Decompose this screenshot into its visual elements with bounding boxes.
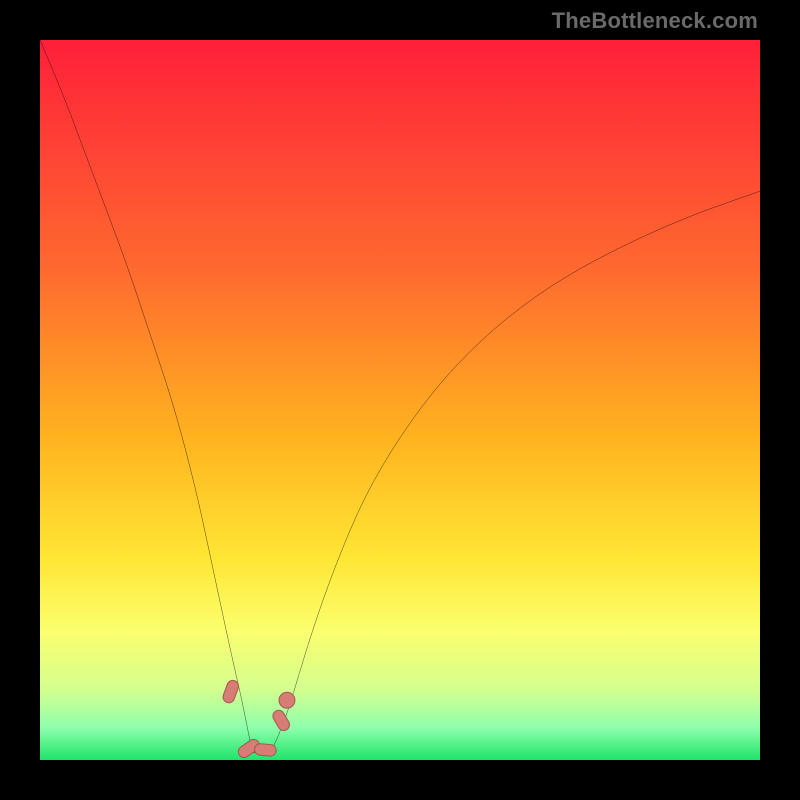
chart-marker-0 <box>221 679 240 705</box>
curve-left-branch <box>40 40 252 753</box>
watermark-text: TheBottleneck.com <box>552 8 758 34</box>
chart-marker-3 <box>271 708 292 732</box>
curve-right-branch <box>270 191 760 753</box>
outer-frame: TheBottleneck.com <box>0 0 800 800</box>
chart-plot-area <box>40 40 760 760</box>
chart-markers <box>221 679 294 760</box>
chart-marker-2 <box>254 743 277 756</box>
chart-marker-4 <box>279 692 295 708</box>
chart-curve-layer <box>40 40 760 760</box>
